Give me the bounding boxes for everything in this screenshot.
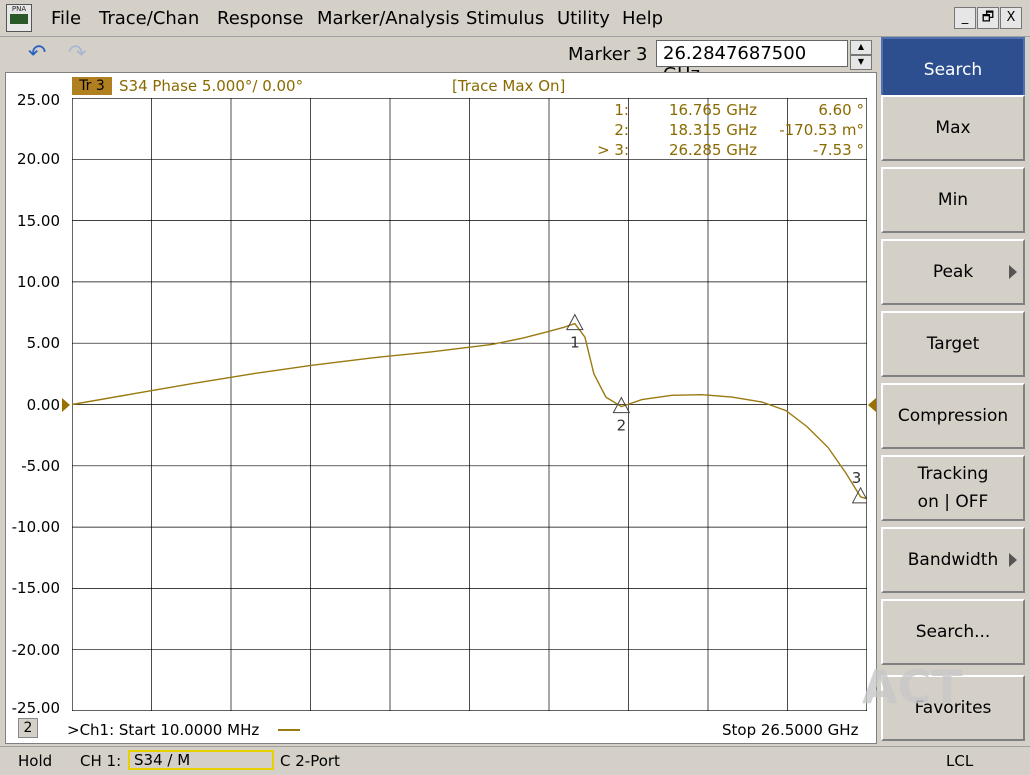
menu-help[interactable]: Help <box>622 8 663 29</box>
close-button[interactable]: X <box>1000 7 1022 29</box>
softkey-peak[interactable]: Peak <box>881 239 1025 305</box>
marker-id: 1: <box>614 101 629 119</box>
marker-val: 6.60 ° <box>818 101 864 119</box>
y-tick-label: 10.00 <box>17 272 60 291</box>
marker-freq: 26.285 GHz <box>668 141 757 159</box>
status-channel: CH 1: <box>80 752 122 770</box>
softkey-label: Compression <box>897 406 1009 426</box>
status-bar: Hold CH 1: S34 / M C 2-Port LCL <box>0 746 1030 775</box>
spin-up-icon[interactable]: ▲ <box>850 40 872 55</box>
softkey-search[interactable]: Search... <box>881 599 1025 665</box>
marker-freq: 16.765 GHz <box>668 101 757 119</box>
marker-3-label: 3 <box>852 469 862 487</box>
marker-id: 2: <box>614 121 629 139</box>
reference-level-arrow-icon[interactable] <box>62 397 70 412</box>
status-hold[interactable]: Hold <box>18 752 52 770</box>
softkey-target[interactable]: Target <box>881 311 1025 377</box>
softkey-label: Target <box>926 334 980 354</box>
start-frequency[interactable]: >Ch1: Start 10.0000 MHz <box>67 721 259 739</box>
y-tick-label: 0.00 <box>26 395 60 414</box>
menu-bar: PNA File Trace/Chan Response Marker/Anal… <box>0 0 1030 37</box>
undo-icon[interactable]: ↶ <box>28 43 46 65</box>
y-tick-label: -15.00 <box>11 579 60 598</box>
channel-badge[interactable]: 2 <box>18 718 38 738</box>
softkey-bandwidth[interactable]: Bandwidth <box>881 527 1025 593</box>
softkey-label: Tracking on | OFF <box>917 464 989 512</box>
trace-legend-line <box>278 729 300 731</box>
softkey-panel: Search Max Min Peak Target Compression Trackin… <box>879 37 1026 744</box>
softkey-search[interactable]: Search <box>881 37 1025 103</box>
softkey-label: Min <box>937 190 969 210</box>
reference-level-arrow-icon[interactable] <box>868 397 876 412</box>
y-tick-label: 5.00 <box>26 334 60 353</box>
phase-plot[interactable]: 1 2 3 <box>72 98 867 711</box>
submenu-arrow-icon <box>1009 265 1017 279</box>
marker-label: Marker 3 <box>568 44 648 65</box>
trace-badge[interactable]: Tr 3 <box>72 77 112 95</box>
status-parameter[interactable]: S34 / M <box>128 750 274 770</box>
marker-1-label: 1 <box>570 334 580 352</box>
restore-button[interactable]: 🗗 <box>977 7 999 29</box>
marker-id: > 3: <box>597 141 629 159</box>
marker-val: -170.53 m° <box>779 121 864 139</box>
trace-info[interactable]: S34 Phase 5.000°/ 0.00° <box>119 77 303 95</box>
y-tick-label: -5.00 <box>21 456 60 475</box>
status-lcl: LCL <box>946 752 974 770</box>
y-tick-label: -20.00 <box>11 640 60 659</box>
marker-value-input[interactable]: 26.2847687500 GHz <box>656 40 848 85</box>
marker-val: -7.53 ° <box>812 141 864 159</box>
submenu-arrow-icon <box>1009 553 1017 567</box>
redo-icon[interactable]: ↷ <box>68 43 86 65</box>
menu-trace-chan[interactable]: Trace/Chan <box>99 8 199 29</box>
marker-spinner[interactable]: ▲ ▼ <box>850 40 872 70</box>
softkey-label: Search <box>923 60 983 80</box>
softkey-max[interactable]: Max <box>881 95 1025 161</box>
menu-stimulus[interactable]: Stimulus <box>466 8 544 29</box>
y-tick-label: 20.00 <box>17 150 60 169</box>
softkey-min[interactable]: Min <box>881 167 1025 233</box>
menu-file[interactable]: File <box>51 8 81 29</box>
softkey-compression[interactable]: Compression <box>881 383 1025 449</box>
softkey-label: Bandwidth <box>907 550 999 570</box>
menu-utility[interactable]: Utility <box>557 8 610 29</box>
act-watermark: ACT <box>862 660 963 714</box>
y-tick-label: -25.00 <box>11 699 60 717</box>
spin-down-icon[interactable]: ▼ <box>850 55 872 70</box>
softkey-label: Peak <box>932 262 974 282</box>
softkey-tracking-on-off[interactable]: Tracking on | OFF <box>881 455 1025 521</box>
minimize-button[interactable]: _ <box>954 7 976 29</box>
menu-response[interactable]: Response <box>217 8 303 29</box>
y-tick-label: 15.00 <box>17 211 60 230</box>
menu-marker-analysis[interactable]: Marker/Analysis <box>317 8 459 29</box>
status-port: C 2-Port <box>280 752 340 770</box>
softkey-label: Max <box>935 118 971 138</box>
marker-freq: 18.315 GHz <box>668 121 757 139</box>
y-tick-label: -10.00 <box>11 518 60 537</box>
marker-2-label: 2 <box>617 417 627 435</box>
softkey-label: Search... <box>915 622 991 642</box>
y-tick-label: 25.00 <box>17 91 60 109</box>
pna-app-icon[interactable]: PNA <box>6 4 32 32</box>
marker-1-triangle <box>566 313 584 331</box>
stop-frequency[interactable]: Stop 26.5000 GHz <box>722 721 858 739</box>
trace-max-flag: [Trace Max On] <box>452 77 566 95</box>
